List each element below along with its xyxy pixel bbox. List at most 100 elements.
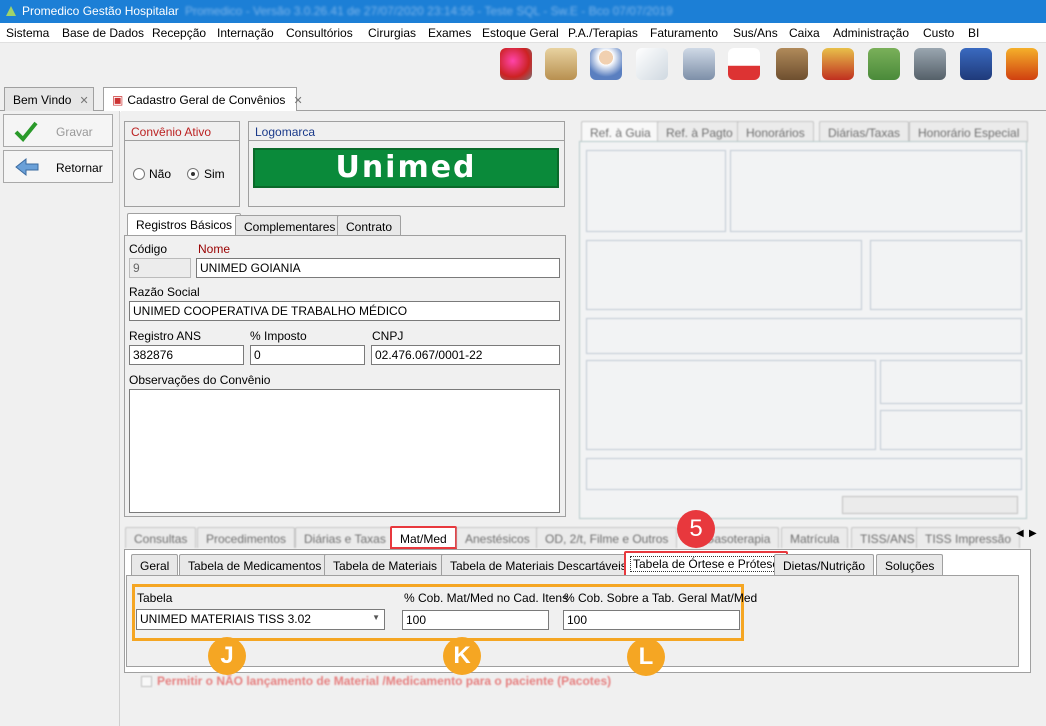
radio-nao-label: Não [149,167,172,181]
tab-honorario-especial[interactable]: Honorário Especial [909,121,1029,142]
money-up-icon[interactable] [822,48,854,80]
tab-tiss-impressao[interactable]: TISS Impressão [916,527,1021,548]
cob-sobre-tab-label: % Cob. Sobre a Tab. Geral Mat/Med [564,591,758,605]
tab-tabela-ortese-protese[interactable]: Tabela de Órtese e Prótese [624,551,789,577]
menu-faturamento[interactable]: Faturamento [650,26,718,40]
unimed-logo: Unimed [253,148,559,188]
razao-social-field[interactable]: UNIMED COOPERATIVA DE TRABALHO MÉDICO [129,301,560,321]
razao-social-label: Razão Social [129,285,200,299]
menu-sus-ans[interactable]: Sus/Ans [733,26,778,40]
cnpj-field[interactable]: 02.476.067/0001-22 [371,345,560,365]
tabela-select[interactable]: UNIMED MATERIAIS TISS 3.02 ▼ [136,609,385,630]
registro-ans-field[interactable]: 382876 [129,345,244,365]
tab-dietas-nutricao[interactable]: Dietas/Nutrição [774,554,875,575]
pacote-checkbox-label: Permitir o NÃO lançamento de Material /M… [157,674,612,688]
ambulance-icon[interactable] [728,48,760,80]
tab-mat-med[interactable]: Mat/Med [390,526,457,549]
menu-bi[interactable]: BI [968,26,979,40]
menu-internacao[interactable]: Internação [217,26,274,40]
menu-exames[interactable]: Exames [428,26,471,40]
menu-administracao[interactable]: Administração [833,26,909,40]
footer-checkbox-row: Permitir o NÃO lançamento de Material /M… [141,674,641,690]
tab-anestesicos[interactable]: Anestésicos [456,527,539,548]
step-5-badge: 5 [677,510,715,548]
safe-icon[interactable] [914,48,946,80]
tab-procedimentos[interactable]: Procedimentos [197,527,296,548]
nome-field[interactable]: UNIMED GOIANIA [196,258,560,278]
badge-l: L [627,638,665,676]
tab-honorarios[interactable]: Honorários [737,121,814,142]
menu-base-de-dados[interactable]: Base de Dados [62,26,144,40]
tab-diarias-taxas[interactable]: Diárias/Taxas [819,121,910,142]
tab-contrato[interactable]: Contrato [337,215,402,236]
menu-recepcao[interactable]: Recepção [152,26,206,40]
tab-tabela-materiais[interactable]: Tabela de Materiais [324,554,447,575]
tab-diarias-e-taxas[interactable]: Diárias e Taxas [295,527,395,548]
save-label: Gravar [56,125,93,139]
tabs-scroll-left-icon[interactable]: ◀ [1016,528,1024,539]
pacote-checkbox[interactable] [141,676,152,687]
tab-tabela-medicamentos[interactable]: Tabela de Medicamentos [179,554,331,575]
tab-matricula[interactable]: Matrícula [781,527,849,548]
tabs-scroll-right-icon[interactable]: ▶ [1029,528,1037,539]
reception-icon[interactable] [545,48,577,80]
save-button[interactable]: Gravar [3,114,113,147]
bed-icon[interactable] [683,48,715,80]
nome-label: Nome [198,242,231,256]
convenio-ativo-title: Convênio Ativo [131,125,212,139]
radio-nao[interactable] [133,168,145,180]
document-icon[interactable] [636,48,668,80]
arrow-left-icon [14,157,40,180]
app-logo-icon [4,4,18,18]
phone-book-icon[interactable] [1006,48,1038,80]
menu-pa-terapias[interactable]: P.A./Terapias [568,26,638,40]
doctor-icon[interactable] [590,48,622,80]
menu-custo[interactable]: Custo [923,26,954,40]
tabela-label: Tabela [137,591,173,605]
doc-tab-cadastro-convenios[interactable]: ▣ Cadastro Geral de Convênios ✕ [103,87,303,112]
logomarca-group: Logomarca Unimed [248,121,565,207]
badge-j: J [208,637,246,675]
title-bar: Promedico Gestão Hospitalar Promedico - … [0,0,1046,23]
bottom-tabs-right: Anestésicos OD, 2/t, Filme e Outros Gaso… [456,525,1021,549]
refresh-users-icon[interactable] [500,48,532,80]
back-button[interactable]: Retornar [3,150,113,183]
tab-tabela-materiais-descartaveis[interactable]: Tabela de Materiais Descartáveis [441,554,636,575]
codigo-field[interactable]: 9 [129,258,191,278]
close-icon[interactable]: ✕ [79,95,88,107]
menu-sistema[interactable]: Sistema [6,26,49,40]
toolbar [0,43,1046,89]
observacoes-textarea[interactable] [129,389,560,513]
menu-caixa[interactable]: Caixa [789,26,820,40]
tab-ref-pagto[interactable]: Ref. à Pagto [657,121,742,142]
tab-complementares[interactable]: Complementares [235,215,345,236]
tab-solucoes[interactable]: Soluções [876,554,944,575]
doc-tab-bem-vindo[interactable]: Bem Vindo ✕ [4,87,94,111]
tab-consultas[interactable]: Consultas [125,527,197,548]
radio-sim[interactable] [187,168,199,180]
document-tabs: Bem Vindo ✕ ▣ Cadastro Geral de Convênios ✕ [0,87,1046,112]
tab-tiss-ans[interactable]: TISS/ANS [851,527,924,548]
tab-od-filme[interactable]: OD, 2/t, Filme e Outros [536,527,678,548]
imposto-label: % Imposto [250,329,307,343]
cob-sobre-tab-field[interactable]: 100 [563,610,740,630]
bottom-tabs-left: Consultas Procedimentos Diárias e Taxas [125,525,395,549]
main-content: Convênio Ativo Não Sim Logomarca Unimed … [121,111,1046,726]
calculator-icon[interactable] [960,48,992,80]
tab-registros-basicos[interactable]: Registros Básicos [127,213,242,236]
tabela-select-value: UNIMED MATERIAIS TISS 3.02 [140,612,311,626]
cob-matmed-field[interactable]: 100 [402,610,549,630]
money-down-icon[interactable] [868,48,900,80]
menu-estoque-geral[interactable]: Estoque Geral [482,26,559,40]
close-icon[interactable]: ✕ [293,95,302,107]
tab-geral[interactable]: Geral [131,554,179,575]
doc-tab-label: Cadastro Geral de Convênios [127,93,286,107]
registros-basicos-panel: Código 9 Nome UNIMED GOIANIA Razão Socia… [124,235,566,517]
menu-cirurgias[interactable]: Cirurgias [368,26,416,40]
window-title: Promedico Gestão Hospitalar [22,4,179,18]
imposto-field[interactable]: 0 [250,345,365,365]
menu-consultorios[interactable]: Consultórios [286,26,353,40]
form-icon: ▣ [112,93,124,107]
right-settings-panel: Ref. à Guia Ref. à Pagto Honorários Diár… [579,119,1029,519]
box-icon[interactable] [776,48,808,80]
